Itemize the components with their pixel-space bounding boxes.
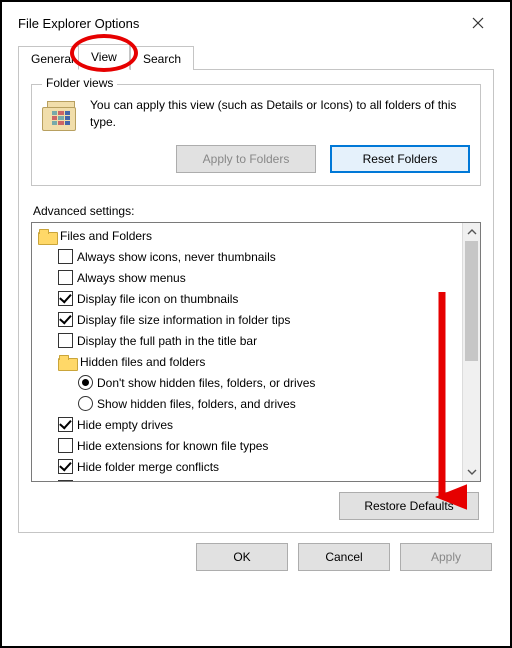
restore-defaults-button[interactable]: Restore Defaults: [339, 492, 479, 520]
tree-root[interactable]: Files and Folders: [36, 225, 460, 246]
tree-item[interactable]: Display file icon on thumbnails: [36, 288, 460, 309]
checkbox[interactable]: [58, 438, 73, 453]
dialog-buttons: OK Cancel Apply: [20, 543, 492, 571]
tree-root-label: Files and Folders: [60, 229, 152, 243]
apply-to-folders-button: Apply to Folders: [176, 145, 316, 173]
tree-item[interactable]: Display the full path in the title bar: [36, 330, 460, 351]
tab-general[interactable]: General: [18, 46, 87, 70]
tab-search[interactable]: Search: [130, 46, 194, 70]
advanced-settings-tree: Files and Folders Always show icons, nev…: [31, 222, 481, 482]
checkbox[interactable]: [58, 459, 73, 474]
checkbox[interactable]: [58, 312, 73, 327]
folder-icon: [38, 229, 56, 243]
scroll-up-button[interactable]: [463, 223, 480, 241]
title-bar: File Explorer Options: [8, 8, 504, 38]
close-button[interactable]: [458, 9, 498, 37]
checkbox[interactable]: [58, 249, 73, 264]
tree-item[interactable]: Hide empty drives: [36, 414, 460, 435]
checkbox[interactable]: [58, 480, 73, 481]
apply-button: Apply: [400, 543, 492, 571]
folder-views-icon: [42, 99, 80, 133]
tab-strip: General View Search: [18, 44, 494, 70]
cancel-button[interactable]: Cancel: [298, 543, 390, 571]
tab-panel-view: Folder views You can apply this view (su…: [18, 70, 494, 533]
scroll-track[interactable]: [463, 241, 480, 463]
advanced-settings-label: Advanced settings:: [33, 204, 481, 218]
tree-radio-item[interactable]: Show hidden files, folders, and drives: [36, 393, 460, 414]
checkbox[interactable]: [58, 270, 73, 285]
tree-radio-item[interactable]: Don't show hidden files, folders, or dri…: [36, 372, 460, 393]
tree-item[interactable]: Hide extensions for known file types: [36, 435, 460, 456]
folder-views-legend: Folder views: [42, 76, 117, 90]
ok-button[interactable]: OK: [196, 543, 288, 571]
tree-group-hidden[interactable]: Hidden files and folders: [36, 351, 460, 372]
tree-item[interactable]: Always show menus: [36, 267, 460, 288]
tree-item[interactable]: Hide folder merge conflicts: [36, 456, 460, 477]
radio[interactable]: [78, 396, 93, 411]
folder-views-group: Folder views You can apply this view (su…: [31, 84, 481, 186]
tab-view[interactable]: View: [78, 44, 130, 70]
scroll-down-button[interactable]: [463, 463, 480, 481]
window-title: File Explorer Options: [18, 16, 139, 31]
folder-views-desc: You can apply this view (such as Details…: [90, 97, 470, 131]
reset-folders-button[interactable]: Reset Folders: [330, 145, 470, 173]
scroll-thumb[interactable]: [465, 241, 478, 361]
checkbox[interactable]: [58, 291, 73, 306]
tree-item[interactable]: Display file size information in folder …: [36, 309, 460, 330]
checkbox[interactable]: [58, 333, 73, 348]
tree-item[interactable]: Hide protected operating system files (R…: [36, 477, 460, 481]
radio[interactable]: [78, 375, 93, 390]
scrollbar[interactable]: [462, 223, 480, 481]
tree-item[interactable]: Always show icons, never thumbnails: [36, 246, 460, 267]
folder-icon: [58, 355, 76, 369]
checkbox[interactable]: [58, 417, 73, 432]
